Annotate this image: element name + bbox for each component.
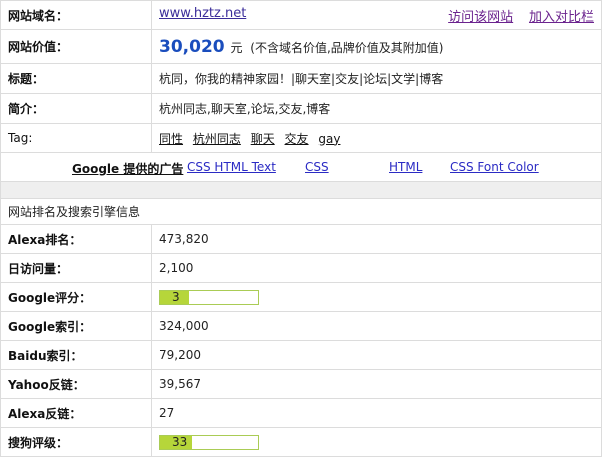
tag-label: Tag: [0,123,152,153]
tag-row: Tag: 同性 杭州同志 聊天 交友 gay [0,123,602,153]
google-ads-bar: Google 提供的广告 CSS HTML Text CSS HTML CSS … [1,153,601,181]
google-score-value: 3 [172,289,180,304]
alexa-backlinks-label: Alexa反链： [0,398,152,428]
visit-site-link[interactable]: 访问该网站 [448,10,513,25]
section-divider [0,182,602,198]
ads-title[interactable]: Google 提供的广告 [72,160,183,177]
tag-link[interactable]: 交友 [285,132,309,146]
value-label: 网站价值： [0,29,152,64]
table-row: Alexa排名： 473,820 [0,224,602,254]
site-value-note: (不含域名价值,品牌价值及其附加值) [250,40,444,55]
alexa-rank-label: Alexa排名： [0,224,152,254]
table-row: Baidu索引： 79,200 [0,340,602,370]
google-score-bar: 3 [159,289,259,305]
daily-visits-label: 日访问量： [0,253,152,283]
ads-row: Google 提供的广告 CSS HTML Text CSS HTML CSS … [0,152,602,182]
alexa-backlinks-value: 27 [151,398,602,428]
title-row: 标题： 杭同，你我的精神家园！|聊天室|交友|论坛|文学|博客 [0,63,602,94]
table-row: Yahoo反链： 39,567 [0,369,602,399]
tag-link[interactable]: 杭州同志 [193,132,241,146]
alexa-rank-value: 473,820 [151,224,602,254]
table-row: Google评分： 3 [0,282,602,312]
sogou-rating-bar: 33 [159,434,259,450]
tag-link[interactable]: gay [318,132,340,146]
add-compare-link[interactable]: 加入对比栏 [529,10,594,25]
ranking-section-title: 网站排名及搜索引擎信息 [0,198,602,224]
yahoo-backlinks-value: 39,567 [151,369,602,399]
intro-label: 简介： [0,93,152,124]
google-score-label: Google评分： [0,282,152,312]
intro-value: 杭州同志,聊天室,论坛,交友,博客 [151,93,602,124]
google-index-value: 324,000 [151,311,602,341]
ad-link-css-html-text[interactable]: CSS HTML Text [187,160,276,174]
baidu-index-value: 79,200 [151,340,602,370]
table-row: 搜狗评级： 33 [0,427,602,457]
table-row: 日访问量： 2,100 [0,253,602,283]
google-index-label: Google索引： [0,311,152,341]
intro-row: 简介： 杭州同志,聊天室,论坛,交友,博客 [0,93,602,124]
tag-link[interactable]: 聊天 [251,132,275,146]
site-value-unit: 元 [230,40,243,55]
site-value-amount: 30,020 [159,36,225,57]
sogou-rating-label: 搜狗评级： [0,427,152,457]
ad-link-css[interactable]: CSS [305,160,329,174]
ad-link-html[interactable]: HTML [389,160,422,174]
site-info-table: 网站域名： www.hztz.net 访问该网站 加入对比栏 网站价值： 30,… [0,0,602,182]
table-row: Google索引： 324,000 [0,311,602,341]
domain-row: 网站域名： www.hztz.net 访问该网站 加入对比栏 [0,0,602,30]
ranking-table: Alexa排名： 473,820 日访问量： 2,100 Google评分： 3… [0,224,602,457]
title-label: 标题： [0,63,152,94]
ad-link-css-font-color[interactable]: CSS Font Color [450,160,539,174]
daily-visits-value: 2,100 [151,253,602,283]
sogou-rating-value: 33 [172,434,188,449]
baidu-index-label: Baidu索引： [0,340,152,370]
table-row: Alexa反链： 27 [0,398,602,428]
domain-link[interactable]: www.hztz.net [159,6,246,21]
yahoo-backlinks-label: Yahoo反链： [0,369,152,399]
title-value: 杭同，你我的精神家园！|聊天室|交友|论坛|文学|博客 [151,63,602,94]
value-row: 网站价值： 30,020 元 (不含域名价值,品牌价值及其附加值) [0,29,602,64]
tag-link[interactable]: 同性 [159,132,183,146]
domain-label: 网站域名： [0,0,152,30]
